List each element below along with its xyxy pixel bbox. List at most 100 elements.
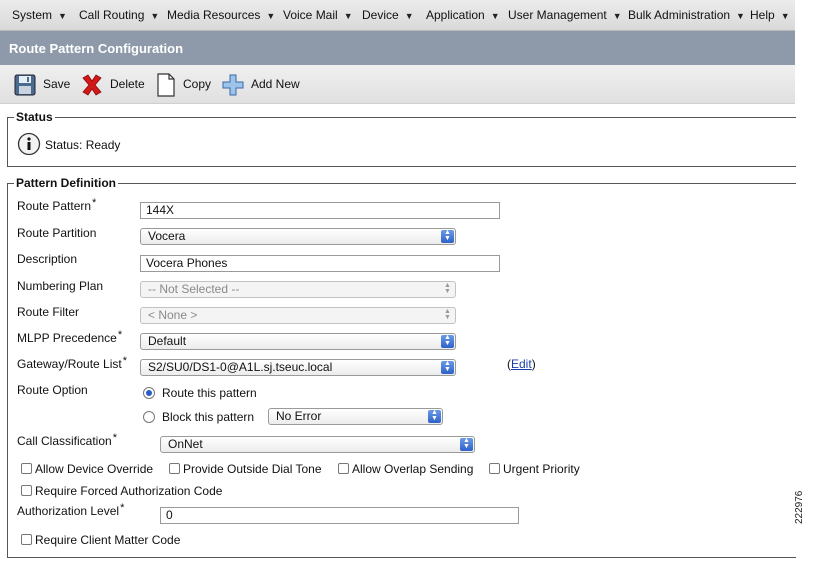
numbering-plan-label: Numbering Plan <box>17 279 104 293</box>
chevron-down-icon: ▼ <box>343 11 353 21</box>
allow-overlap-sending-label: Allow Overlap Sending <box>352 462 474 476</box>
menu-label: Media Resources <box>167 8 261 22</box>
require-client-matter-code-label: Require Client Matter Code <box>35 533 181 547</box>
route-this-pattern-radio[interactable] <box>143 387 155 399</box>
floppy-disk-icon <box>14 74 36 96</box>
route-filter-select[interactable]: < None > ▲ ▼ <box>140 307 456 324</box>
menu-label: Device <box>362 8 399 22</box>
block-this-pattern-radio[interactable] <box>143 411 155 423</box>
mlpp-precedence-value: Default <box>148 334 187 348</box>
description-input[interactable]: Vocera Phones <box>140 255 500 272</box>
save-label: Save <box>43 77 71 91</box>
delete-x-icon <box>82 74 102 96</box>
route-partition-label: Route Partition <box>17 226 97 240</box>
status-section: Status <box>7 110 796 167</box>
chevron-down-icon: ▼ <box>58 11 67 21</box>
edit-paren-close: ) <box>531 357 536 371</box>
chevron-down-icon: ▼ <box>150 11 160 21</box>
authorization-level-label: Authorization Level* <box>17 502 125 518</box>
chevron-down-icon: ▼ <box>490 11 500 21</box>
menu-system[interactable]: System ▼ <box>12 8 67 22</box>
required-mark: * <box>112 432 117 444</box>
add-new-button[interactable]: Add New <box>221 73 301 97</box>
allow-device-override-checkbox[interactable] <box>21 463 32 474</box>
save-button[interactable]: Save <box>13 73 71 97</box>
mlpp-label-text: MLPP Precedence <box>17 331 117 345</box>
copy-label: Copy <box>183 77 212 91</box>
chevron-down-icon: ▼ <box>612 11 622 21</box>
figure-code: 222976 <box>794 490 805 524</box>
menu-call-routing[interactable]: Call Routing ▼ <box>79 8 159 22</box>
block-reason-value: No Error <box>276 409 322 423</box>
chevron-down-icon: ▼ <box>780 11 790 21</box>
menu-label: Application <box>426 8 485 22</box>
menu-label: System <box>12 8 53 22</box>
provide-outside-dial-tone-checkbox[interactable] <box>169 463 180 474</box>
pattern-definition-legend: Pattern Definition <box>16 176 117 190</box>
info-icon <box>17 132 41 156</box>
delete-button[interactable]: Delete <box>80 73 146 97</box>
gateway-route-list-label: Gateway/Route List* <box>17 355 127 371</box>
numbering-plan-select[interactable]: -- Not Selected -- ▲ ▼ <box>140 281 456 298</box>
menu-user-management[interactable]: User Management ▼ <box>508 8 622 22</box>
authorization-level-input[interactable]: 0 <box>160 507 519 524</box>
call-classification-select[interactable]: OnNet ▲ ▼ <box>160 436 475 453</box>
block-this-pattern-label: Block this pattern <box>162 410 255 424</box>
copy-button[interactable]: Copy <box>154 73 214 97</box>
route-pattern-label-text: Route Pattern <box>17 199 92 213</box>
page-title: Route Pattern Configuration <box>9 41 184 56</box>
dropdown-arrow-icon: ▲ ▼ <box>428 409 441 423</box>
route-partition-select[interactable]: Vocera ▲ ▼ <box>140 228 456 245</box>
chevron-down-icon: ▼ <box>266 11 276 21</box>
route-partition-value: Vocera <box>148 229 186 243</box>
menu-label: Help <box>750 8 775 22</box>
mlpp-precedence-select[interactable]: Default ▲ ▼ <box>140 333 456 350</box>
chevron-down-icon: ▼ <box>736 11 745 21</box>
menu-voice-mail[interactable]: Voice Mail ▼ <box>283 8 353 22</box>
description-label: Description <box>17 252 78 266</box>
gateway-route-list-select[interactable]: S2/SU0/DS1-0@A1L.sj.tseuc.local ▲ ▼ <box>140 359 456 376</box>
required-mark: * <box>122 355 127 367</box>
allow-overlap-sending-checkbox[interactable] <box>338 463 349 474</box>
menu-help[interactable]: Help ▼ <box>750 8 790 22</box>
add-new-label: Add New <box>251 77 300 91</box>
toolbar: Save Delete Copy Add New <box>0 65 795 104</box>
menu-label: Bulk Administration <box>628 8 731 22</box>
required-mark: * <box>120 502 125 514</box>
mlpp-precedence-label: MLPP Precedence* <box>17 329 123 345</box>
edit-gateway: (Edit) <box>507 357 536 371</box>
route-pattern-input[interactable]: 144X <box>140 202 500 219</box>
menu-media-resources[interactable]: Media Resources ▼ <box>167 8 275 22</box>
urgent-priority-checkbox[interactable] <box>489 463 500 474</box>
require-forced-authorization-code-checkbox[interactable] <box>21 485 32 496</box>
menu-label: Voice Mail <box>283 8 338 22</box>
menu-device[interactable]: Device ▼ <box>362 8 414 22</box>
dropdown-arrow-icon: ▲ ▼ <box>441 360 454 374</box>
required-mark: * <box>117 329 123 341</box>
call-classification-label: Call Classification* <box>17 432 117 448</box>
gateway-label-text: Gateway/Route List <box>17 357 122 371</box>
call-classification-value: OnNet <box>168 437 203 451</box>
route-this-pattern-label: Route this pattern <box>162 386 257 400</box>
menu-label: User Management <box>508 8 607 22</box>
dropdown-arrow-icon: ▲ ▼ <box>444 282 451 295</box>
menu-bulk-administration[interactable]: Bulk Administration ▼ <box>628 8 745 22</box>
call-class-label-text: Call Classification <box>17 434 112 448</box>
block-reason-select[interactable]: No Error ▲ ▼ <box>268 408 443 425</box>
auth-level-label-text: Authorization Level <box>17 504 120 518</box>
urgent-priority-label: Urgent Priority <box>503 462 580 476</box>
copy-document-icon <box>157 73 175 97</box>
menu-application[interactable]: Application ▼ <box>426 8 500 22</box>
edit-link[interactable]: Edit <box>511 357 532 371</box>
require-client-matter-code-checkbox[interactable] <box>21 534 32 545</box>
dropdown-arrow-icon: ▲ ▼ <box>444 308 451 321</box>
numbering-plan-value: -- Not Selected -- <box>148 282 240 296</box>
page-title-bar: Route Pattern Configuration <box>0 31 795 65</box>
chevron-down-icon: ▼ <box>404 11 414 21</box>
dropdown-arrow-icon: ▲ ▼ <box>460 437 473 451</box>
plus-icon <box>222 74 244 96</box>
route-filter-label: Route Filter <box>17 305 80 319</box>
dropdown-arrow-icon: ▲ ▼ <box>441 334 454 348</box>
delete-label: Delete <box>110 77 145 91</box>
provide-outside-dial-tone-label: Provide Outside Dial Tone <box>183 462 322 476</box>
